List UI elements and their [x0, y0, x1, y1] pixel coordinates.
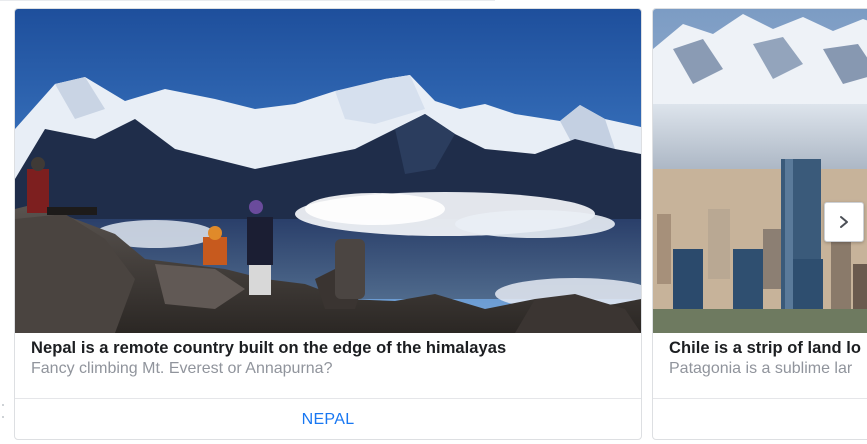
- decorative-dot: [2, 416, 4, 418]
- card-cta-button[interactable]: [653, 399, 867, 439]
- carousel-card-nepal[interactable]: Nepal is a remote country built on the e…: [14, 8, 642, 440]
- chevron-right-icon: [840, 216, 848, 228]
- card-cta-button[interactable]: NEPAL: [15, 399, 641, 439]
- card-title[interactable]: Nepal is a remote country built on the e…: [31, 338, 641, 358]
- card-image-nepal-mountains[interactable]: [15, 9, 641, 333]
- card-carousel: Nepal is a remote country built on the e…: [0, 0, 867, 444]
- card-subtitle: Fancy climbing Mt. Everest or Annapurna?: [31, 360, 333, 377]
- decorative-dot: [2, 404, 4, 406]
- card-text-nepal: Nepal is a remote country built on the e…: [31, 338, 641, 379]
- card-title[interactable]: Chile is a strip of land lo: [669, 338, 867, 358]
- next-card-button[interactable]: [824, 202, 864, 242]
- card-subtitle: Patagonia is a sublime lar: [669, 360, 853, 377]
- divider: [0, 0, 495, 1]
- card-image-chile-city[interactable]: [653, 9, 867, 333]
- card-text-chile: Chile is a strip of land lo Patagonia is…: [669, 338, 867, 379]
